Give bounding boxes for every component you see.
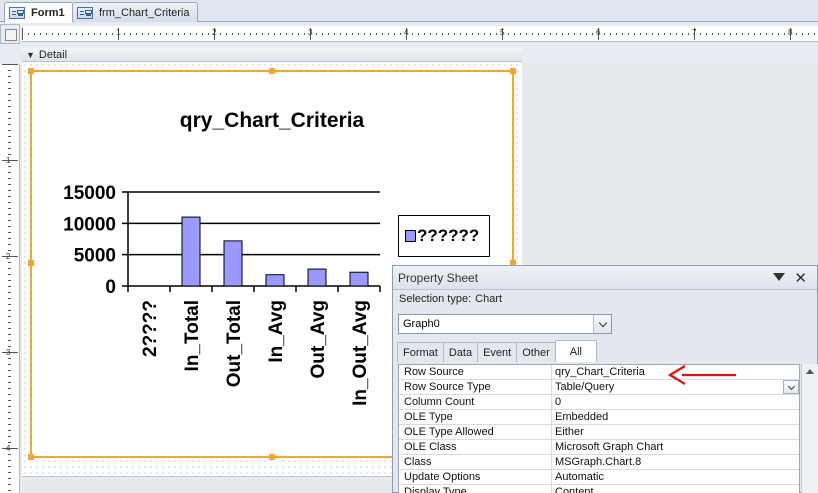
detail-section-bar[interactable]: ▼ Detail [22,48,522,62]
ruler-number: 3 [6,348,11,357]
tab-event[interactable]: Event [477,342,518,362]
ruler-number: 1 [6,156,11,165]
property-sheet: Property Sheet ✕ Selection type: Chart G… [392,265,818,493]
y-tick-label: 15000 [63,183,116,204]
ruler-ticks [2,64,18,491]
chart-title: qry_Chart_Criteria [180,109,365,132]
x-tick-label: In_Avg [266,300,287,363]
ruler-number: 8 [788,28,793,37]
x-tick-label: In_Out_Avg [350,300,371,406]
ruler-number: 5 [500,28,505,37]
chevron-down-icon[interactable] [593,315,611,333]
ruler-ticks [22,28,815,40]
form-icon [77,6,93,19]
selection-type-value: Chart [475,293,503,305]
x-tick-label: In_Total [182,300,203,371]
scroll-up-icon[interactable] [806,369,814,374]
tab-format[interactable]: Format [397,342,444,362]
ruler-number: 6 [596,28,601,37]
property-value-input[interactable]: Automatic [552,470,799,484]
chart-legend: ?????? [398,215,490,257]
property-name: Update Options [399,470,552,484]
ruler-number: 3 [308,28,313,37]
property-row-ole-class[interactable]: OLE Class Microsoft Graph Chart [399,440,799,455]
resize-handle[interactable] [28,454,34,460]
bar [265,274,285,287]
resize-handle[interactable] [510,68,516,74]
property-name: OLE Type Allowed [399,425,552,439]
bar [223,240,243,287]
property-value: Table/Query [555,381,615,393]
property-row-update-options[interactable]: Update Options Automatic [399,470,799,485]
bar [307,268,327,287]
vertical-scrollbar[interactable] [801,364,818,493]
annotation-arrow-icon [668,365,736,385]
property-value-input[interactable]: MSGraph.Chart.8 [552,455,799,469]
property-name: Class [399,455,552,469]
property-row-ole-type-allowed[interactable]: OLE Type Allowed Either [399,425,799,440]
document-tabs: Form1 frm_Chart_Criteria [0,0,818,23]
tab-data[interactable]: Data [442,342,479,362]
y-tick-label: 5000 [74,246,116,267]
form-icon [9,7,25,19]
property-row-class[interactable]: Class MSGraph.Chart.8 [399,455,799,470]
section-arrow-icon: ▼ [26,49,35,60]
resize-handle[interactable] [28,260,34,266]
selection-type-label: Selection type: [399,293,472,305]
resize-handle[interactable] [269,454,275,460]
section-label: Detail [38,48,68,61]
property-row-ole-type[interactable]: OLE Type Embedded [399,410,799,425]
property-value-input[interactable]: Content [552,485,799,493]
chevron-down-icon[interactable] [783,380,799,394]
legend-label: ?????? [417,226,480,245]
ruler-number: 2 [6,252,11,261]
tab-label: Form1 [31,7,65,19]
resize-handle[interactable] [269,68,275,74]
property-value-input[interactable]: Microsoft Graph Chart [552,440,799,454]
property-value-input[interactable]: 0 [552,395,799,409]
property-sheet-header: Property Sheet ✕ [393,266,817,290]
resize-handle[interactable] [28,68,34,74]
tab-frm-chart-criteria[interactable]: frm_Chart_Criteria [72,2,199,22]
tab-form1[interactable]: Form1 [4,2,74,23]
y-tick-label: 0 [105,277,116,298]
property-value-input[interactable]: Embedded [552,410,799,424]
vertical-ruler[interactable]: 1 2 3 4 [0,64,20,493]
property-sheet-title: Property Sheet [398,270,479,285]
object-name: Graph0 [403,318,440,330]
property-row-display-type[interactable]: Display Type Content [399,485,799,493]
x-tick-label: 2???? [140,300,161,357]
tab-other[interactable]: Other [516,342,556,362]
selection-type: Selection type: Chart [393,290,817,308]
property-name: Row Source Type [399,380,552,394]
ruler-number: 1 [116,28,121,37]
x-tick-label: Out_Avg [308,300,329,378]
ruler-number: 4 [404,28,409,37]
bar [181,216,201,287]
property-tabs: Format Data Event Other All [393,340,817,362]
access-window: Form1 frm_Chart_Criteria 1 2 3 4 5 6 7 8… [0,0,818,493]
close-icon[interactable]: ✕ [794,269,807,287]
ruler-number: 4 [6,444,11,453]
property-name: OLE Type [399,410,552,424]
y-tick-label: 10000 [63,214,116,235]
property-name: OLE Class [399,440,552,454]
horizontal-ruler[interactable]: 1 2 3 4 5 6 7 8 [22,26,818,42]
tab-all[interactable]: All [554,340,597,362]
property-name: Display Type [399,485,552,493]
legend-swatch [405,230,416,242]
x-tick-label: Out_Total [224,300,245,387]
object-selector[interactable]: Graph0 [398,314,612,334]
property-row-column-count[interactable]: Column Count 0 [399,395,799,410]
property-name: Row Source [399,365,552,379]
tab-label: frm_Chart_Criteria [99,6,190,19]
property-name: Column Count [399,395,552,409]
ruler-number: 7 [692,28,697,37]
bar [349,271,369,287]
form-selector[interactable] [0,24,20,44]
pane-menu-dropdown-icon[interactable] [773,273,785,281]
property-value-input[interactable]: Either [552,425,799,439]
ruler-number: 2 [212,28,217,37]
